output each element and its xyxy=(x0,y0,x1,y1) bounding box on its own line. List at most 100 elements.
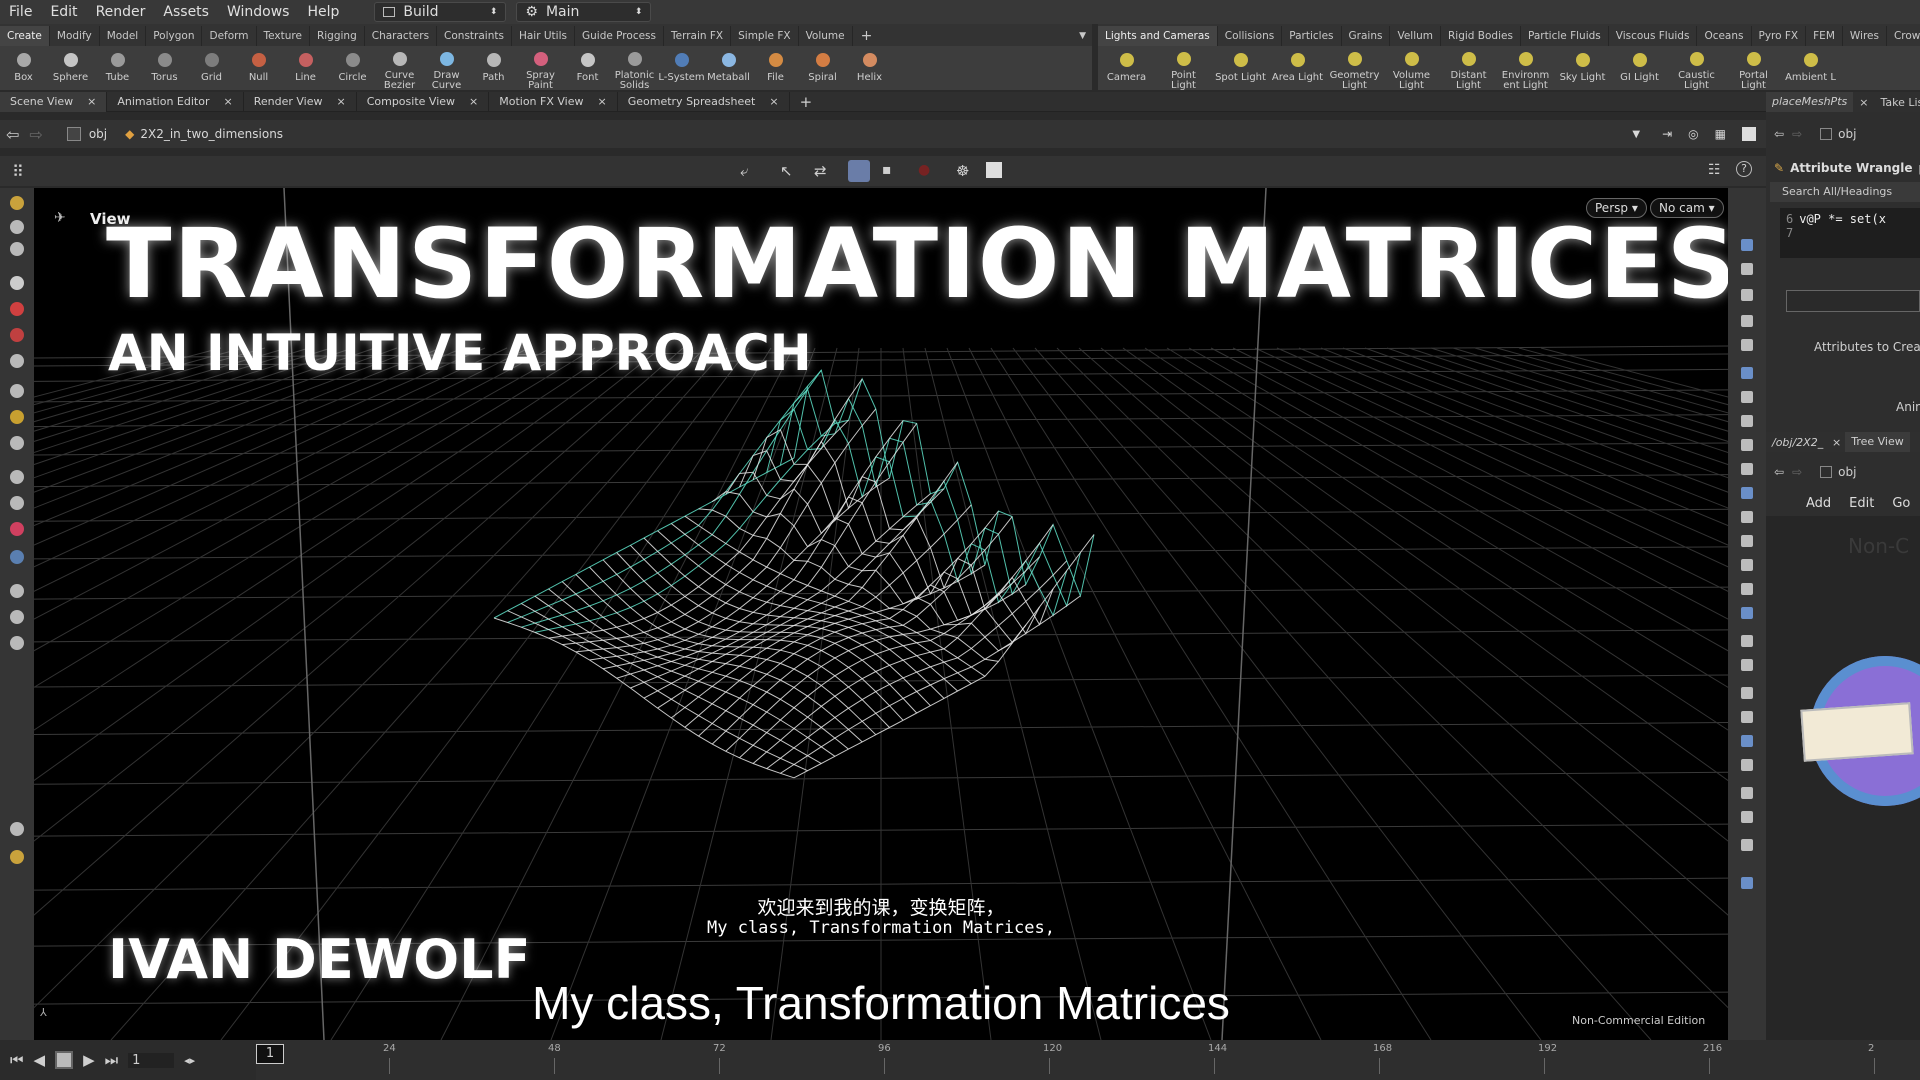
panel-path-root[interactable]: obj xyxy=(1838,127,1856,141)
shelf-tool[interactable]: Path xyxy=(470,46,517,90)
shelf-tab[interactable]: Polygon xyxy=(146,26,203,46)
display-tool-icon[interactable] xyxy=(1736,834,1758,856)
path-dropdown-icon[interactable]: ▼ xyxy=(1632,129,1640,140)
menu-help[interactable]: Help xyxy=(298,4,348,20)
shelf-tab[interactable]: Collisions xyxy=(1218,26,1283,46)
shelf-tool[interactable]: Tube xyxy=(94,46,141,90)
pane-tab[interactable]: Motion FX View × xyxy=(489,92,618,112)
viewport-tool-icon[interactable] xyxy=(6,406,28,428)
scene-viewport[interactable]: ✈ View Persp ▾ No cam ▾ TRANSFORMATION M… xyxy=(34,188,1728,1040)
viewport-tool-icon[interactable] xyxy=(6,580,28,602)
pane-tab[interactable]: Scene View × xyxy=(0,92,108,112)
viewport-tool-icon[interactable] xyxy=(6,818,28,840)
shelf-tool[interactable]: Area Light xyxy=(1269,46,1326,90)
add-tab-icon[interactable]: + xyxy=(853,26,881,46)
shelf-tab[interactable]: Characters xyxy=(365,26,438,46)
timeline-ruler[interactable]: 1 24 48 72 96 120 144 168 192 216 2 xyxy=(256,1040,1920,1080)
shelf-tab[interactable]: FEM xyxy=(1806,26,1843,46)
tab-close-icon[interactable]: × xyxy=(1828,436,1845,449)
shelf-dropdown-icon[interactable]: ▼ xyxy=(1073,26,1092,46)
shelf-tab[interactable]: Terrain FX xyxy=(664,26,732,46)
shelf-tab[interactable]: Particle Fluids xyxy=(1521,26,1609,46)
pin-icon[interactable]: ⇥ xyxy=(1662,127,1672,141)
snap-icon[interactable] xyxy=(848,160,870,182)
viewport-tool-icon[interactable] xyxy=(6,350,28,372)
shelf-tab[interactable]: Guide Process xyxy=(575,26,664,46)
shelf-tool[interactable]: Geometry Light xyxy=(1326,46,1383,90)
display-tool-icon[interactable] xyxy=(1736,806,1758,828)
shelf-tool[interactable]: Circle xyxy=(329,46,376,90)
shelf-tool[interactable]: File xyxy=(752,46,799,90)
display-tool-icon[interactable] xyxy=(1736,410,1758,432)
shelf-tool[interactable]: Spiral xyxy=(799,46,846,90)
display-tool-icon[interactable] xyxy=(1736,334,1758,356)
pane-tab[interactable]: Animation Editor × xyxy=(107,92,244,112)
current-frame-box[interactable]: 1 xyxy=(256,1044,284,1064)
select-mode-icon[interactable]: ⤶ xyxy=(740,162,748,180)
display-tool-icon[interactable] xyxy=(1736,234,1758,256)
parameter-search[interactable]: Search All/Headings xyxy=(1770,182,1920,202)
close-icon[interactable]: × xyxy=(87,92,96,112)
display-options-icon[interactable]: ☷ xyxy=(1708,162,1721,178)
viewport-tool-icon[interactable] xyxy=(6,238,28,260)
shelf-tab[interactable]: Texture xyxy=(257,26,310,46)
close-icon[interactable]: × xyxy=(598,92,607,112)
menu-file[interactable]: File xyxy=(0,4,41,20)
step-keys-icon[interactable]: ◂▸ xyxy=(184,1054,195,1067)
shelf-tool[interactable]: Curve Bezier xyxy=(376,46,423,91)
shelf-tab[interactable]: Hair Utils xyxy=(512,26,575,46)
viewport-tool-icon[interactable] xyxy=(6,216,28,238)
tab-tree-view[interactable]: Tree View xyxy=(1845,432,1910,452)
shelf-tab[interactable]: Oceans xyxy=(1697,26,1752,46)
display-tool-icon[interactable] xyxy=(1736,730,1758,752)
shelf-tool[interactable]: Sphere xyxy=(47,46,94,90)
shelf-tab[interactable]: Constraints xyxy=(437,26,512,46)
shelf-tab[interactable]: Volume xyxy=(799,26,853,46)
viewport-tool-icon[interactable] xyxy=(6,546,28,568)
menu-edit[interactable]: Edit xyxy=(1849,496,1874,511)
viewport-tool-icon[interactable] xyxy=(6,192,28,214)
record-icon[interactable]: ● xyxy=(918,162,930,178)
shelf-tool[interactable]: Platonic Solids xyxy=(611,46,658,91)
network-selector[interactable]: ⚙ Main ⬍ xyxy=(516,2,652,22)
frame-field[interactable]: 1 xyxy=(128,1052,175,1068)
display-tool-icon[interactable] xyxy=(1736,682,1758,704)
viewport-tool-icon[interactable] xyxy=(6,466,28,488)
close-icon[interactable]: × xyxy=(336,92,345,112)
forward-arrow-icon[interactable]: ⇨ xyxy=(29,125,42,144)
pane-tab[interactable]: Render View × xyxy=(244,92,357,112)
forward-arrow-icon[interactable]: ⇨ xyxy=(1792,465,1802,479)
shelf-tab[interactable]: Vellum xyxy=(1390,26,1441,46)
viewport-tool-icon[interactable] xyxy=(6,298,28,320)
viewport-tool-icon[interactable] xyxy=(6,380,28,402)
shelf-tool[interactable]: Camera xyxy=(1098,46,1155,90)
link-icon[interactable]: ◎ xyxy=(1688,127,1698,141)
shelf-tool[interactable]: Distant Light xyxy=(1440,46,1497,90)
layout-icon[interactable]: ▦ xyxy=(1715,127,1726,141)
tab-close-icon[interactable]: × xyxy=(1853,96,1874,109)
shelf-tab[interactable]: Wires xyxy=(1843,26,1887,46)
shelf-tool[interactable]: Caustic Light xyxy=(1668,46,1725,90)
menu-edit[interactable]: Edit xyxy=(41,4,86,20)
menu-add[interactable]: Add xyxy=(1806,496,1831,511)
menu-assets[interactable]: Assets xyxy=(154,4,218,20)
display-tool-icon[interactable] xyxy=(1736,754,1758,776)
display-tool-icon[interactable] xyxy=(1736,706,1758,728)
viewport-tool-icon[interactable] xyxy=(6,272,28,294)
shelf-tool[interactable]: Line xyxy=(282,46,329,90)
display-tool-icon[interactable] xyxy=(1736,458,1758,480)
shelf-tool[interactable]: Volume Light xyxy=(1383,46,1440,90)
close-icon[interactable]: × xyxy=(769,92,778,112)
display-tool-icon[interactable] xyxy=(1736,654,1758,676)
viewport-tool-icon[interactable] xyxy=(6,606,28,628)
menu-windows[interactable]: Windows xyxy=(218,4,299,20)
back-arrow-icon[interactable]: ⇦ xyxy=(1774,127,1784,141)
stop-icon[interactable] xyxy=(55,1051,74,1069)
shelf-tool[interactable]: Spot Light xyxy=(1212,46,1269,90)
shelf-tab[interactable]: Grains xyxy=(1342,26,1391,46)
display-tool-icon[interactable] xyxy=(1736,284,1758,306)
shelf-tool[interactable]: Grid xyxy=(188,46,235,90)
display-icon[interactable]: ▪ xyxy=(882,162,892,178)
shelf-tool[interactable]: Spray Paint xyxy=(517,46,564,91)
display-tool-icon[interactable] xyxy=(1736,554,1758,576)
